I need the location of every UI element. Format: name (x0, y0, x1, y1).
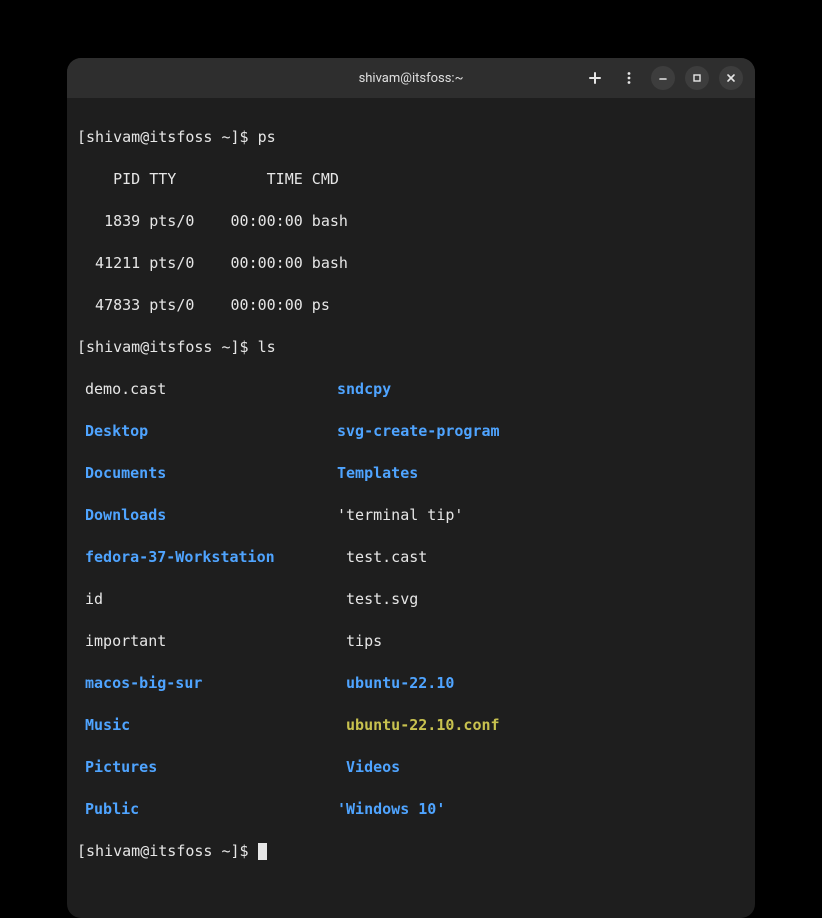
ls-item: fedora-37-Workstation (77, 547, 337, 568)
ls-item: Downloads (77, 505, 337, 526)
ls-item: 'Windows 10' (337, 799, 445, 820)
ls-row: important tips (77, 631, 745, 652)
minimize-button[interactable] (651, 66, 675, 90)
ls-row: macos-big-sur ubuntu-22.10 (77, 673, 745, 694)
ls-row: Music ubuntu-22.10.conf (77, 715, 745, 736)
prompt-line-active: [shivam@itsfoss ~]$ (77, 841, 745, 862)
command-ls: ls (258, 338, 276, 356)
prompt: [shivam@itsfoss ~]$ (77, 338, 249, 356)
ls-item: Videos (337, 757, 400, 778)
ps-row: 47833 pts/0 00:00:00 ps (77, 295, 745, 316)
ls-row: fedora-37-Workstation test.cast (77, 547, 745, 568)
ls-item: sndcpy (337, 379, 391, 400)
prompt-line: [shivam@itsfoss ~]$ ps (77, 127, 745, 148)
ls-item: macos-big-sur (77, 673, 337, 694)
ls-item: svg-create-program (337, 421, 500, 442)
prompt-line: [shivam@itsfoss ~]$ ls (77, 337, 745, 358)
window-controls (583, 66, 743, 90)
ls-item: Documents (77, 463, 337, 484)
ls-item: 'terminal tip' (337, 505, 463, 526)
ps-header: PID TTY TIME CMD (77, 169, 745, 190)
ls-item: ubuntu-22.10.conf (337, 715, 500, 736)
new-tab-button[interactable] (583, 66, 607, 90)
ls-item: tips (337, 631, 382, 652)
ls-row: demo.castsndcpy (77, 379, 745, 400)
ps-row: 1839 pts/0 00:00:00 bash (77, 211, 745, 232)
ls-row: DocumentsTemplates (77, 463, 745, 484)
ls-row: Public'Windows 10' (77, 799, 745, 820)
ls-item: Music (77, 715, 337, 736)
ls-row: id test.svg (77, 589, 745, 610)
ls-item: Templates (337, 463, 418, 484)
ls-item: Desktop (77, 421, 337, 442)
cursor-icon (258, 843, 267, 860)
titlebar: shivam@itsfoss:~ (67, 58, 755, 98)
ls-item: important (77, 631, 337, 652)
ps-row: 41211 pts/0 00:00:00 bash (77, 253, 745, 274)
ls-row: Pictures Videos (77, 757, 745, 778)
ls-item: test.cast (337, 547, 427, 568)
prompt: [shivam@itsfoss ~]$ (77, 842, 249, 860)
maximize-button[interactable] (685, 66, 709, 90)
ls-item: id (77, 589, 337, 610)
ls-item: Public (77, 799, 337, 820)
ls-item: ubuntu-22.10 (337, 673, 454, 694)
ls-row: Downloads'terminal tip' (77, 505, 745, 526)
prompt: [shivam@itsfoss ~]$ (77, 128, 249, 146)
ls-row: Desktopsvg-create-program (77, 421, 745, 442)
menu-button[interactable] (617, 66, 641, 90)
ls-item: demo.cast (77, 379, 337, 400)
ls-item: Pictures (77, 757, 337, 778)
command-ps: ps (258, 128, 276, 146)
close-button[interactable] (719, 66, 743, 90)
terminal-output[interactable]: [shivam@itsfoss ~]$ ps PID TTY TIME CMD … (67, 98, 755, 918)
ls-item: test.svg (337, 589, 418, 610)
terminal-window: shivam@itsfoss:~ [shivam@itsfoss ~]$ ps … (67, 58, 755, 918)
